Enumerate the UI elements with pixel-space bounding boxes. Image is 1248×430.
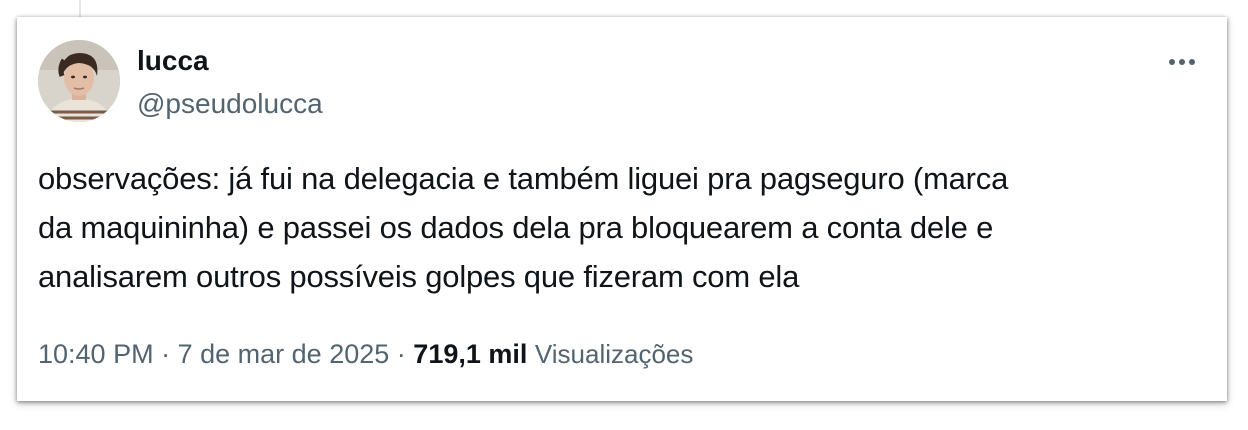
tweet-date[interactable]: 7 de mar de 2025 [178,339,390,369]
meta-separator: · [396,339,406,369]
tweet-text-line: analisarem outros possíveis golpes que f… [38,259,800,294]
avatar-image [38,40,120,122]
views-label: Visualizações [534,339,694,369]
tweet-time[interactable]: 10:40 PM [38,339,154,369]
tweet-card[interactable]: lucca @pseudolucca observações: já fui n… [17,17,1227,401]
more-options-icon[interactable] [1167,55,1197,67]
tweet-text: observações: já fui na delegacia e també… [38,154,1198,301]
tweet-metadata: 10:40 PM · 7 de mar de 2025 · 719,1 mil … [38,337,693,371]
meta-separator: · [161,339,171,369]
author-name[interactable]: lucca [137,44,209,78]
author-handle[interactable]: @pseudolucca [137,87,323,121]
avatar[interactable] [38,40,120,122]
tweet-text-line: da maquininha) e passei os dados dela pr… [38,210,994,245]
tweet-text-line: observações: já fui na delegacia e també… [38,161,1009,196]
views-count: 719,1 mil [413,339,528,369]
